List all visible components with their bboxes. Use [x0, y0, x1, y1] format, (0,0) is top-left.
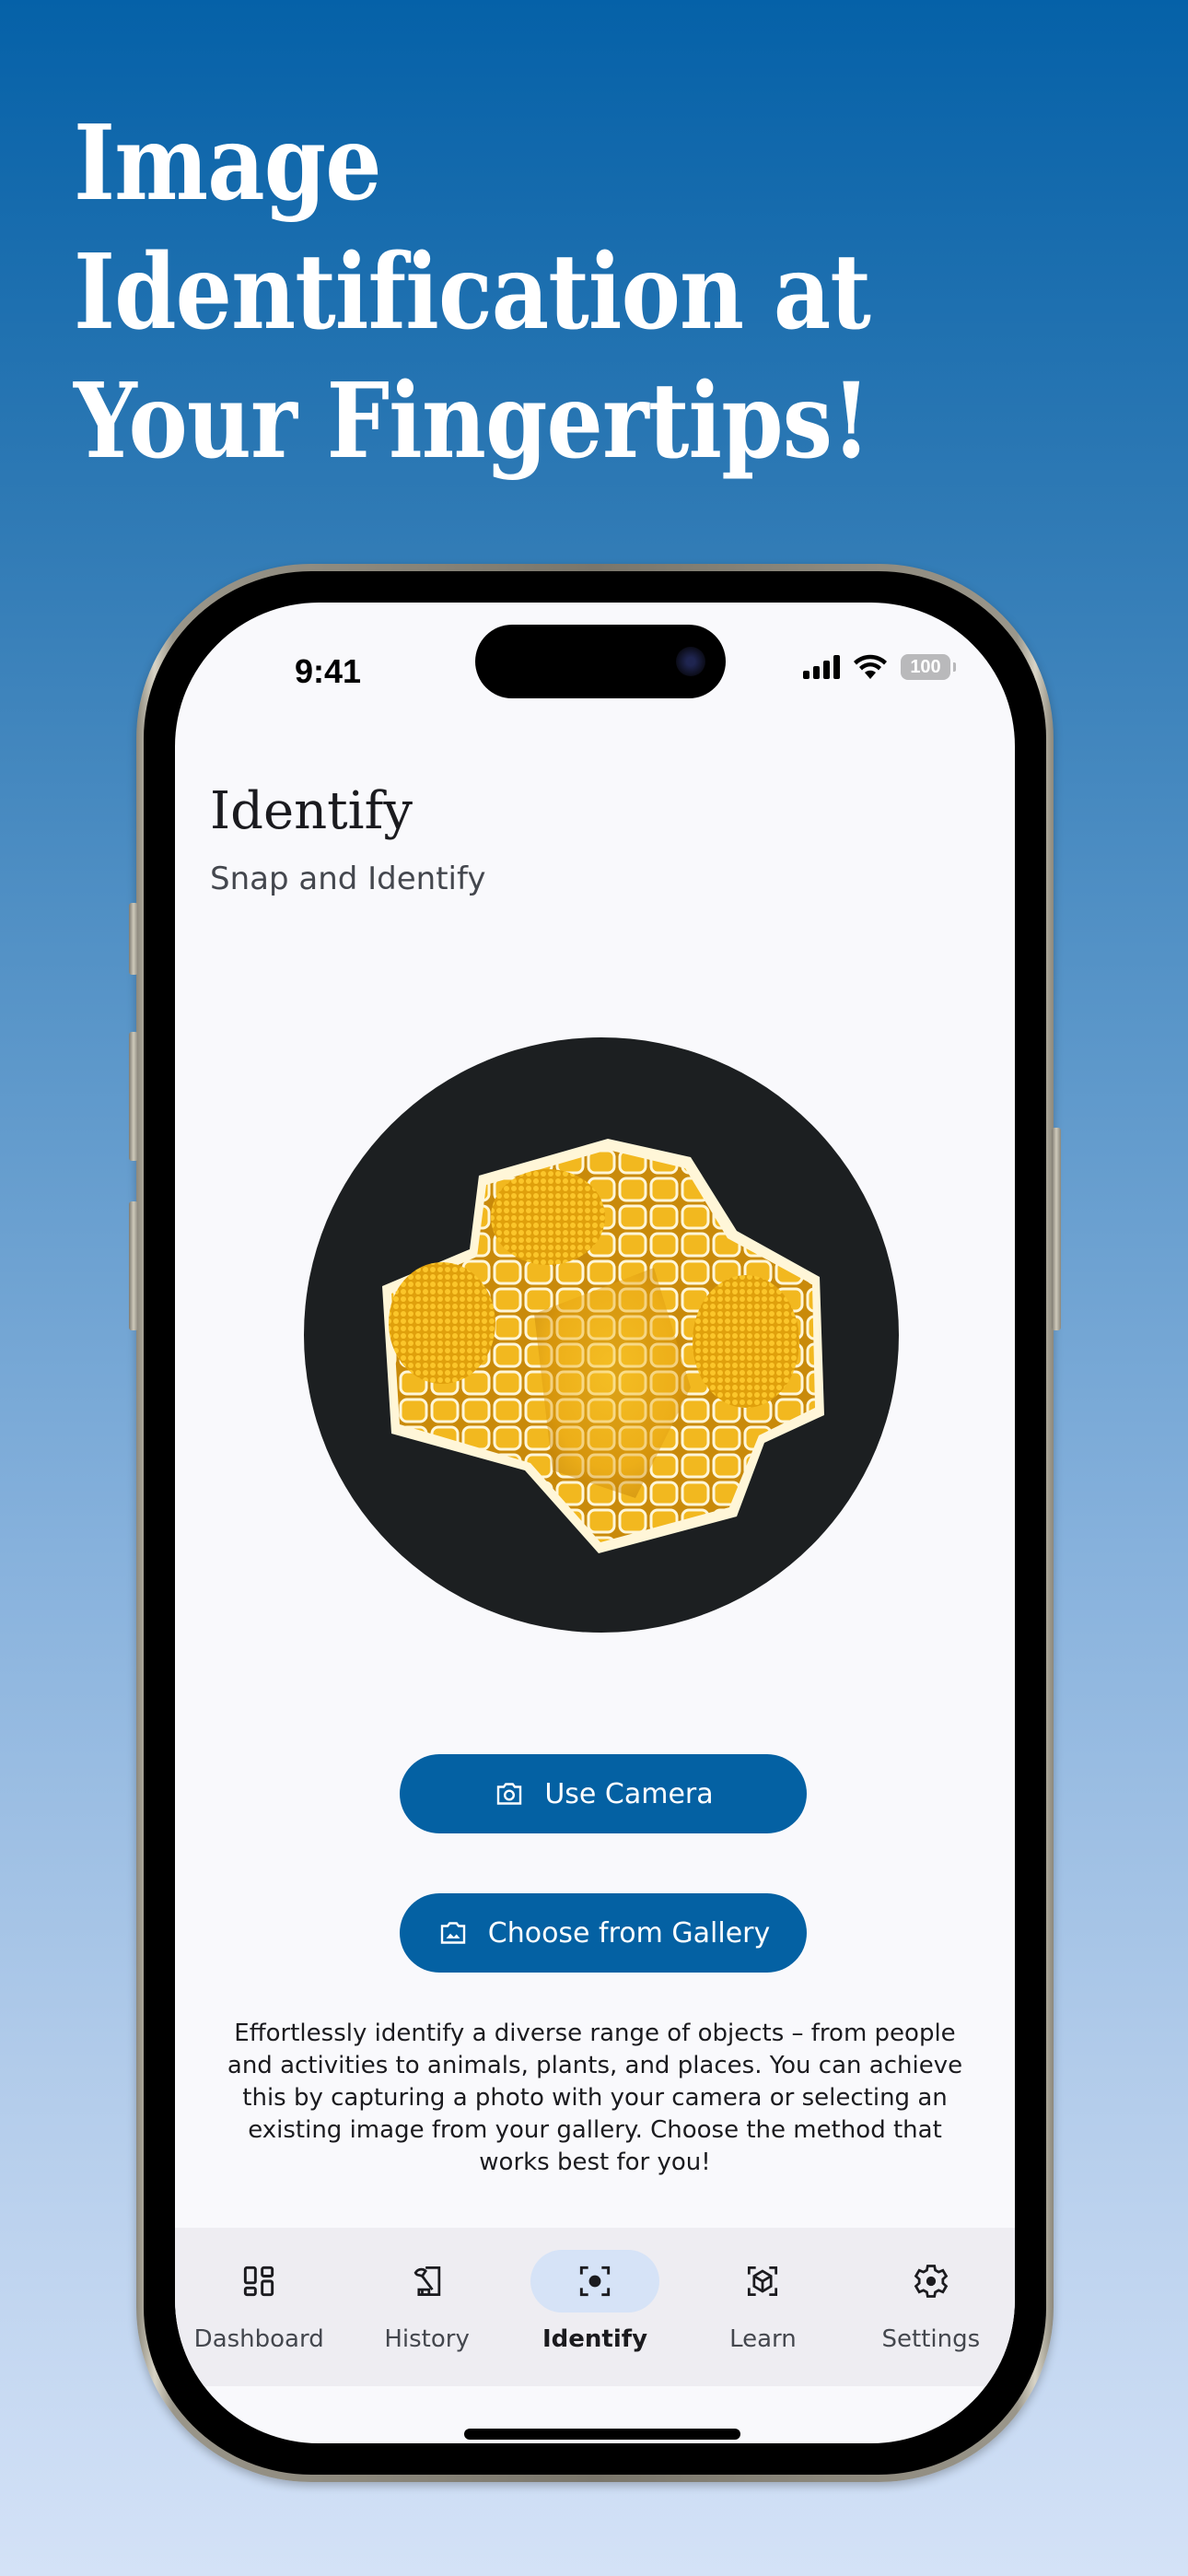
honeycomb-illustration — [382, 1139, 824, 1553]
history-icon — [413, 2266, 440, 2297]
battery-icon: 100 — [901, 654, 956, 680]
phone-bezel: 9:41 100 Identify Snap and Identify Use … — [144, 571, 1046, 2475]
nav-item-dashboard[interactable]: Dashboard — [175, 2228, 343, 2386]
headline-line-3: Your Fingertips! — [74, 361, 870, 482]
nav-active-indicator — [530, 2250, 660, 2313]
hero-image — [304, 1037, 899, 1633]
camera-icon — [497, 1783, 522, 1805]
gallery-icon — [440, 1922, 465, 1944]
choose-from-gallery-label: Choose from Gallery — [487, 1916, 771, 1950]
use-camera-label: Use Camera — [544, 1777, 714, 1810]
status-time: 9:41 — [295, 652, 362, 690]
nav-label-history: History — [384, 2325, 470, 2353]
headline-line-2: Identification at — [74, 232, 871, 353]
nav-item-identify[interactable]: Identify — [511, 2228, 679, 2386]
nav-item-settings[interactable]: Settings — [847, 2228, 1015, 2386]
dynamic-island — [475, 625, 726, 698]
nav-label-dashboard: Dashboard — [193, 2325, 324, 2353]
home-indicator[interactable] — [464, 2429, 740, 2440]
page-title: Identify — [210, 781, 413, 841]
description-text: Effortlessly identify a diverse range of… — [227, 2020, 963, 2176]
gear-icon — [914, 2265, 949, 2298]
wifi-icon — [854, 654, 887, 679]
phone-frame: 9:41 100 Identify Snap and Identify Use … — [129, 564, 1061, 2482]
volume-up-button — [129, 1032, 138, 1161]
cube-scan-icon — [748, 2266, 778, 2297]
nav-label-identify: Identify — [542, 2325, 648, 2353]
signal-icon — [803, 655, 840, 679]
bottom-navigation: Dashboard History Identify Learn Setting… — [175, 2228, 1015, 2386]
nav-label-learn: Learn — [729, 2325, 797, 2353]
identify-focus-icon — [579, 2266, 611, 2297]
page-subtitle: Snap and Identify — [210, 861, 486, 897]
app-screen: 9:41 100 Identify Snap and Identify Use … — [175, 603, 1015, 2443]
volume-down-button — [129, 1201, 138, 1330]
front-camera-icon — [676, 647, 705, 676]
nav-item-history[interactable]: History — [343, 2228, 510, 2386]
promo-headline: Image Identification at Your Fingertips! — [74, 100, 1024, 486]
dashboard-icon — [244, 2266, 274, 2297]
headline-line-1: Image — [74, 103, 382, 224]
use-camera-button[interactable]: Use Camera — [400, 1754, 807, 1833]
status-bar: 9:41 100 — [175, 603, 1015, 722]
power-button — [1052, 1128, 1061, 1330]
action-button — [129, 903, 138, 975]
nav-item-learn[interactable]: Learn — [679, 2228, 846, 2386]
status-icons: 100 — [803, 654, 956, 680]
choose-from-gallery-button[interactable]: Choose from Gallery — [400, 1893, 807, 1973]
nav-label-settings: Settings — [881, 2325, 981, 2353]
